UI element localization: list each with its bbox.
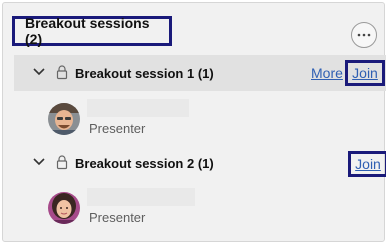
avatar [48, 103, 80, 135]
breakout-room-1[interactable]: Breakout session 1 (1) More Join [14, 55, 386, 91]
chevron-down-icon[interactable] [32, 155, 46, 169]
breakout-sessions-panel: Breakout sessions (2) Breakout session 1… [2, 2, 386, 242]
breakout-room-2[interactable]: Breakout session 2 (1) Join [14, 145, 386, 181]
participant-name-redacted [87, 188, 195, 206]
chevron-down-icon[interactable] [32, 65, 46, 79]
participant-name-redacted [87, 99, 189, 117]
ellipsis-icon [357, 33, 371, 37]
participant-role: Presenter [89, 210, 146, 225]
lock-icon [56, 155, 68, 170]
join-button[interactable]: Join [345, 60, 385, 86]
lock-icon [56, 65, 68, 80]
participant-row[interactable]: Presenter [48, 99, 348, 139]
more-options-button[interactable] [351, 22, 377, 48]
room-title: Breakout session 1 (1) [75, 65, 214, 81]
participant-row[interactable]: Presenter [48, 188, 348, 228]
more-link[interactable]: More [311, 55, 343, 91]
participant-role: Presenter [89, 121, 146, 136]
avatar [48, 192, 80, 224]
room-title: Breakout session 2 (1) [75, 155, 214, 171]
join-button[interactable]: Join [348, 151, 386, 177]
panel-title: Breakout sessions (2) [12, 15, 172, 47]
